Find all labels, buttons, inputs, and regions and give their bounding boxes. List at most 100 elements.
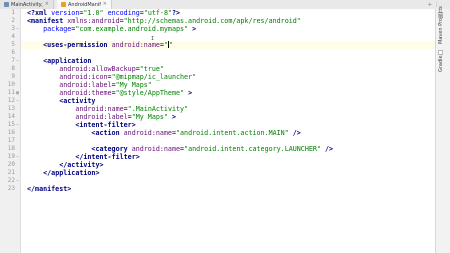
xml-token: <manifest — [27, 17, 68, 25]
code-text-area[interactable]: <?xml version="1.0" encoding="utf-8"?> <m… — [27, 9, 333, 193]
fold-marker-icon[interactable]: − — [15, 97, 20, 105]
line-number: 9 — [11, 73, 15, 80]
string-value: "utf-8" — [143, 9, 172, 17]
xml-token: /> — [288, 129, 301, 137]
code-line[interactable]: <application — [27, 57, 333, 65]
text-cursor-pointer-icon: I — [151, 36, 155, 42]
tab-androidmanifest-xml[interactable]: AndroidManifest.xml × — [57, 0, 112, 9]
xml-attribute: android:label — [59, 81, 112, 89]
code-line[interactable]: </intent-filter> — [27, 153, 333, 161]
code-line[interactable]: <category android:name="android.intent.c… — [27, 145, 333, 153]
close-icon[interactable]: × — [103, 2, 107, 7]
line-number: 10 — [7, 81, 15, 88]
line-number: 5 — [11, 41, 15, 48]
right-tool-window-strip: Maven Projects Gradle — [435, 6, 450, 253]
code-line[interactable]: android:icon="@mipmap/ic_launcher" — [27, 73, 333, 81]
fold-marker-icon[interactable]: − — [15, 121, 20, 129]
string-value: "@mipmap/ic_launcher" — [111, 73, 197, 81]
line-number: 11 — [7, 89, 15, 96]
xml-code-editor[interactable]: <?xml version="1.0" encoding="utf-8"?> <m… — [21, 9, 435, 253]
xml-attribute: android:theme — [59, 89, 112, 97]
code-line[interactable]: android:name=".MainActivity" — [27, 105, 333, 113]
xml-token: > — [184, 89, 193, 97]
java-file-icon — [4, 2, 9, 7]
code-line[interactable]: </application> — [27, 169, 333, 177]
xml-file-icon — [61, 2, 66, 7]
code-line[interactable]: android:allowBackup="true" — [27, 65, 333, 73]
close-icon[interactable]: × — [45, 2, 49, 7]
xml-attribute: android:name — [75, 105, 124, 113]
maven-projects-side-tab[interactable]: Maven Projects — [438, 6, 448, 44]
code-line[interactable]: package="com.example.android.mymaps" > — [27, 25, 333, 33]
code-line[interactable]: <manifest xmlns:android="http://schemas.… — [27, 17, 333, 25]
xml-token: <intent-filter> — [75, 121, 136, 129]
xml-token: /> — [320, 145, 334, 153]
android-studio-editor-window: MainActivity.java × AndroidManifest.xml … — [0, 0, 450, 253]
code-line[interactable]: </manifest> — [27, 185, 333, 193]
plus-icon[interactable]: + — [428, 2, 432, 8]
code-line[interactable] — [27, 33, 333, 41]
string-value: "My Maps" — [131, 113, 168, 121]
xml-token: <?xml — [27, 9, 52, 17]
code-line[interactable] — [27, 177, 333, 185]
line-number: 2 — [11, 17, 15, 24]
fold-marker-icon[interactable]: − — [15, 57, 20, 65]
tab-label: AndroidManifest.xml — [68, 1, 101, 8]
string-value: "android.intent.action.MAIN" — [176, 129, 289, 137]
gradle-icon — [438, 50, 443, 55]
code-line[interactable]: <?xml version="1.0" encoding="utf-8"?> — [27, 9, 333, 17]
line-number: 16 — [7, 129, 15, 136]
string-value: "http://schemas.android.com/apk/res/andr… — [123, 17, 301, 25]
xml-token: <activity — [59, 97, 96, 105]
xml-token: <uses-permission — [43, 41, 112, 49]
xml-token: > — [167, 113, 177, 121]
line-number: 21 — [7, 169, 15, 176]
tab-mainactivity-java[interactable]: MainActivity.java × — [0, 0, 54, 9]
string-value: "android.intent.category.LAUNCHER" — [184, 145, 321, 153]
code-line[interactable]: <action android:name="android.intent.act… — [27, 129, 333, 137]
fold-marker-icon[interactable]: − — [15, 153, 20, 161]
string-value: ".MainActivity" — [127, 105, 189, 113]
tab-label: MainActivity.java — [11, 1, 43, 8]
code-line[interactable]: </activity> — [27, 161, 333, 169]
string-value: "@style/AppTheme" — [115, 89, 185, 97]
code-line[interactable] — [27, 49, 333, 57]
xml-token: </activity> — [59, 161, 104, 169]
xml-token: <category — [91, 145, 132, 153]
gradle-side-tab[interactable]: Gradle — [438, 55, 448, 72]
fold-marker-icon[interactable]: − — [15, 177, 20, 185]
code-line[interactable]: android:theme="@style/AppTheme" > — [27, 89, 333, 97]
xml-attribute: encoding — [107, 9, 140, 17]
xml-attribute: android:name — [123, 129, 172, 137]
xml-attribute: android:name — [111, 41, 160, 49]
xml-token: ?> — [172, 9, 181, 17]
xml-attribute: android:label — [75, 113, 128, 121]
line-number: 8 — [11, 65, 15, 72]
code-line[interactable]: android:label="My Maps" > — [27, 113, 333, 121]
code-line[interactable] — [27, 137, 333, 145]
xml-token: </intent-filter> — [75, 153, 140, 161]
code-line[interactable]: <intent-filter> — [27, 121, 333, 129]
line-number-gutter[interactable]: 1 2 3 4 5 6 7 8 9 10 11 12 13 14 15 16 17 18 19 20 21 22 23 − … — [0, 9, 21, 253]
xml-token: <application — [43, 57, 92, 65]
xml-attribute: android:icon — [59, 73, 108, 81]
code-line[interactable]: <activity — [27, 97, 333, 105]
code-line[interactable]: <uses-permission android:name="" — [27, 41, 333, 49]
code-line[interactable]: android:label="My Maps" — [27, 81, 333, 89]
fold-marker-icon[interactable]: ▣ — [15, 89, 20, 97]
fold-marker-icon[interactable]: − — [15, 25, 20, 33]
string-value: "My Maps" — [115, 81, 152, 89]
line-number: 17 — [7, 137, 15, 144]
xml-token: </manifest> — [27, 185, 72, 193]
string-value: "com.example.android.mymaps" — [75, 25, 189, 33]
